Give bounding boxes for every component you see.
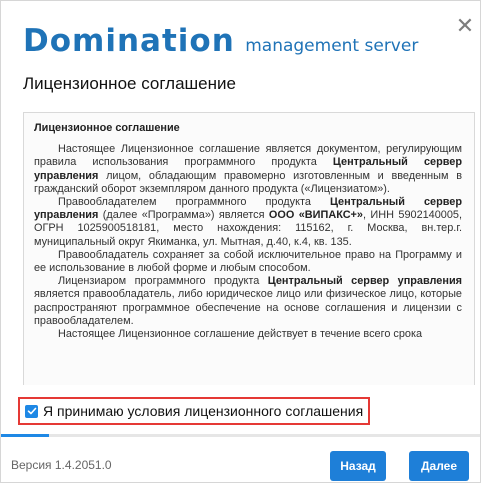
accept-checkbox[interactable] — [25, 404, 38, 418]
app-logo: Domination management server — [23, 23, 418, 59]
checkmark-icon — [27, 407, 36, 415]
license-paragraph: Лицензиаром программного продукта Центра… — [34, 275, 462, 328]
back-button[interactable]: Назад — [330, 451, 386, 481]
license-dialog: ✕ Domination management server Лицензион… — [0, 0, 481, 483]
accept-license-label[interactable]: Я принимаю условия лицензионного соглаше… — [43, 403, 363, 419]
license-text: Лицензиаром программного продукта — [58, 275, 268, 288]
license-text: (далее «Программа») является — [98, 209, 269, 222]
accept-license-checkbox-row[interactable]: Я принимаю условия лицензионного соглаше… — [18, 397, 370, 425]
license-paragraph: Правообладатель сохраняет за собой исклю… — [34, 248, 462, 275]
license-text-bold: Центральный сервер управления — [267, 275, 462, 288]
next-button[interactable]: Далее — [409, 451, 469, 481]
license-text-bold: ООО «ВИПАКС+» — [268, 209, 363, 222]
license-paragraph: Правообладателем программного продукта Ц… — [34, 196, 462, 249]
license-text: лицом, обладающим правомерно изготовленн… — [34, 169, 462, 195]
install-progress-bar — [1, 434, 480, 437]
logo-brand: Domination — [23, 23, 235, 59]
license-content: Лицензионное соглашение Настоящее Лиценз… — [24, 113, 472, 341]
license-paragraph: Настоящее Лицензионное соглашение действ… — [58, 328, 423, 341]
license-heading: Лицензионное соглашение — [34, 122, 180, 134]
progress-fill — [1, 434, 49, 437]
license-text: Правообладателем программного продукта — [58, 196, 330, 209]
close-icon[interactable]: ✕ — [453, 15, 477, 39]
license-paragraph: Настоящее Лицензионное соглашение являет… — [34, 143, 462, 196]
version-label: Версия 1.4.2051.0 — [11, 458, 112, 472]
license-text-area[interactable]: Лицензионное соглашение Настоящее Лиценз… — [23, 112, 475, 385]
license-text: является правообладатель, либо юридическ… — [34, 288, 462, 327]
logo-subtitle: management server — [245, 36, 419, 56]
dialog-title: Лицензионное соглашение — [23, 74, 236, 93]
